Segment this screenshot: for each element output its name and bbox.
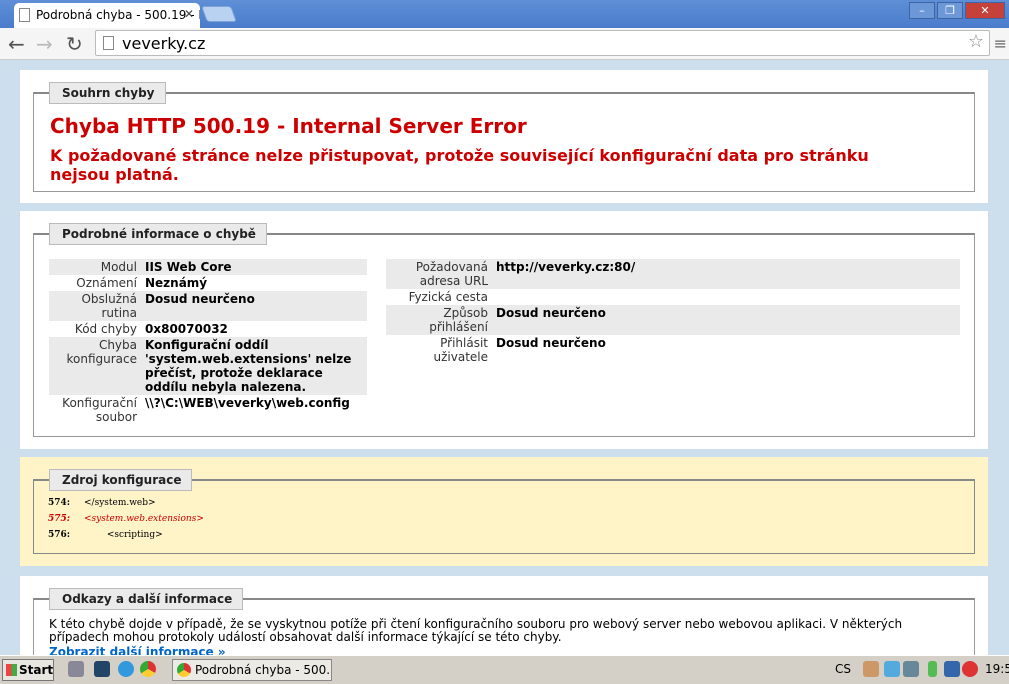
detail-key: Obslužná rutina (81, 292, 137, 320)
menu-icon[interactable]: ≡ (994, 34, 1007, 53)
page-icon (103, 36, 114, 50)
detail-value: http://veverky.cz:80/ (496, 260, 636, 274)
detail-row: Požadovaná adresa URL http://veverky.cz:8… (386, 259, 960, 289)
detail-value: Dosud neurčeno (145, 292, 255, 306)
volume-muted-icon[interactable] (962, 661, 978, 677)
reload-icon[interactable]: ↻ (66, 32, 83, 56)
server-manager-icon[interactable] (68, 661, 84, 677)
address-bar[interactable]: veverky.cz ☆ (95, 30, 990, 56)
error-message: K požadované stránce nelze přistupovat, … (50, 146, 869, 184)
tray-user-icon[interactable] (863, 661, 879, 677)
detail-row: Chyba konfigurace Konfigurační oddíl 'sys… (49, 337, 367, 395)
detail-key: Konfigurační soubor (62, 396, 137, 424)
detail-value: Konfigurační oddíl 'system.web.extension… (145, 338, 352, 394)
internet-explorer-icon[interactable] (118, 661, 134, 677)
detail-row: Konfigurační soubor \\?\C:\WEB\veverky\we… (49, 395, 367, 425)
battery-icon[interactable] (928, 661, 937, 677)
detail-key: Způsob přihlášení (429, 306, 488, 334)
back-icon[interactable]: ← (8, 32, 25, 56)
code-listing: 574: </system.web> 575: <system.web.extensi… (48, 495, 204, 543)
title-bar: Podrobná chyba - 500.19 - I ✕ – ❐ ✕ (0, 0, 1009, 29)
url-text: veverky.cz (122, 34, 206, 53)
close-tab-icon[interactable]: ✕ (184, 7, 194, 21)
code-line: 576: <scripting> (48, 527, 204, 543)
close-window-button[interactable]: ✕ (965, 2, 1005, 19)
browser-toolbar: ← → ↻ veverky.cz ☆ ≡ (0, 28, 1009, 60)
new-tab-button[interactable] (201, 6, 237, 22)
bookmark-star-icon[interactable]: ☆ (968, 31, 984, 52)
start-button[interactable]: Start (2, 659, 54, 681)
summary-section: Souhrn chyby Chyba HTTP 500.19 - Interna… (20, 70, 988, 203)
tab-title: Podrobná chyba - 500.19 - I (36, 8, 200, 22)
detail-row: Způsob přihlášení Dosud neurčeno (386, 305, 960, 335)
detail-row: Modul IIS Web Core (49, 259, 367, 275)
detail-value: \\?\C:\WEB\veverky\web.config (145, 396, 350, 410)
links-text: K této chybě dojde v případě, že se vysk… (49, 617, 903, 644)
details-left-table: Modul IIS Web Core Oznámení Neznámý Obslužná… (49, 259, 367, 425)
line-number: 575: (48, 514, 71, 524)
detail-key: Oznámení (76, 276, 137, 290)
detail-value: Neznámý (145, 276, 208, 290)
maximize-button[interactable]: ❐ (937, 2, 963, 19)
details-right-table: Požadovaná adresa URL http://veverky.cz:8… (386, 259, 960, 365)
line-code: <scripting> (84, 530, 163, 540)
forward-icon[interactable]: → (36, 32, 53, 56)
detail-value: IIS Web Core (145, 260, 232, 274)
windows-logo-icon (6, 664, 17, 676)
minimize-button[interactable]: – (909, 2, 935, 19)
detail-value: Dosud neurčeno (496, 336, 606, 350)
line-number: 574: (48, 498, 71, 508)
detail-key: Přihlásit uživatele (433, 336, 489, 364)
tray-app-icon[interactable] (884, 661, 900, 677)
taskbar-chrome-window[interactable]: Podrobná chyba - 500... (172, 659, 332, 681)
code-line: 574: </system.web> (48, 495, 204, 511)
detail-key: Chyba konfigurace (66, 338, 137, 366)
task-label: Podrobná chyba - 500... (195, 663, 332, 677)
language-indicator[interactable]: CS (835, 662, 851, 676)
chrome-icon[interactable] (140, 661, 156, 677)
line-number: 576: (48, 530, 71, 540)
detail-row: Fyzická cesta (386, 289, 960, 305)
desktop-icon[interactable] (94, 661, 110, 677)
detail-value (492, 289, 960, 305)
detail-row: Kód chyby 0x80070032 (49, 321, 367, 337)
details-legend: Podrobné informace o chybě (49, 223, 267, 245)
source-legend: Zdroj konfigurace (49, 469, 193, 491)
detail-key: Modul (100, 260, 137, 274)
links-section: Odkazy a další informace K této chybě do… (20, 576, 988, 678)
document-icon (19, 8, 30, 22)
detail-value: Dosud neurčeno (496, 306, 606, 320)
start-label: Start (19, 663, 54, 677)
detail-row: Přihlásit uživatele Dosud neurčeno (386, 335, 960, 365)
links-legend: Odkazy a další informace (49, 588, 244, 610)
summary-legend: Souhrn chyby (49, 82, 166, 104)
code-line: 575: <system.web.extensions> (48, 511, 204, 527)
config-source-section: Zdroj konfigurace 574: </system.web> 575: <… (20, 457, 988, 566)
detail-key: Požadovaná adresa URL (415, 260, 488, 288)
tray-settings-icon[interactable] (903, 661, 919, 677)
detail-row: Oznámení Neznámý (49, 275, 367, 291)
taskbar: Start Podrobná chyba - 500... CS 19:58 (0, 655, 1009, 684)
line-code: </system.web> (84, 498, 156, 508)
line-code: <system.web.extensions> (84, 514, 204, 524)
browser-tab[interactable]: Podrobná chyba - 500.19 - I ✕ (14, 3, 200, 29)
detail-key: Kód chyby (74, 322, 137, 336)
chrome-icon (177, 663, 191, 677)
clock: 19:58 (985, 662, 1009, 676)
error-title: Chyba HTTP 500.19 - Internal Server Erro… (50, 114, 527, 138)
detail-value: 0x80070032 (145, 322, 228, 336)
details-section: Podrobné informace o chybě Modul IIS Web … (20, 211, 988, 449)
detail-key: Fyzická cesta (408, 290, 488, 304)
network-warning-icon[interactable] (944, 661, 960, 677)
detail-row: Obslužná rutina Dosud neurčeno (49, 291, 367, 321)
